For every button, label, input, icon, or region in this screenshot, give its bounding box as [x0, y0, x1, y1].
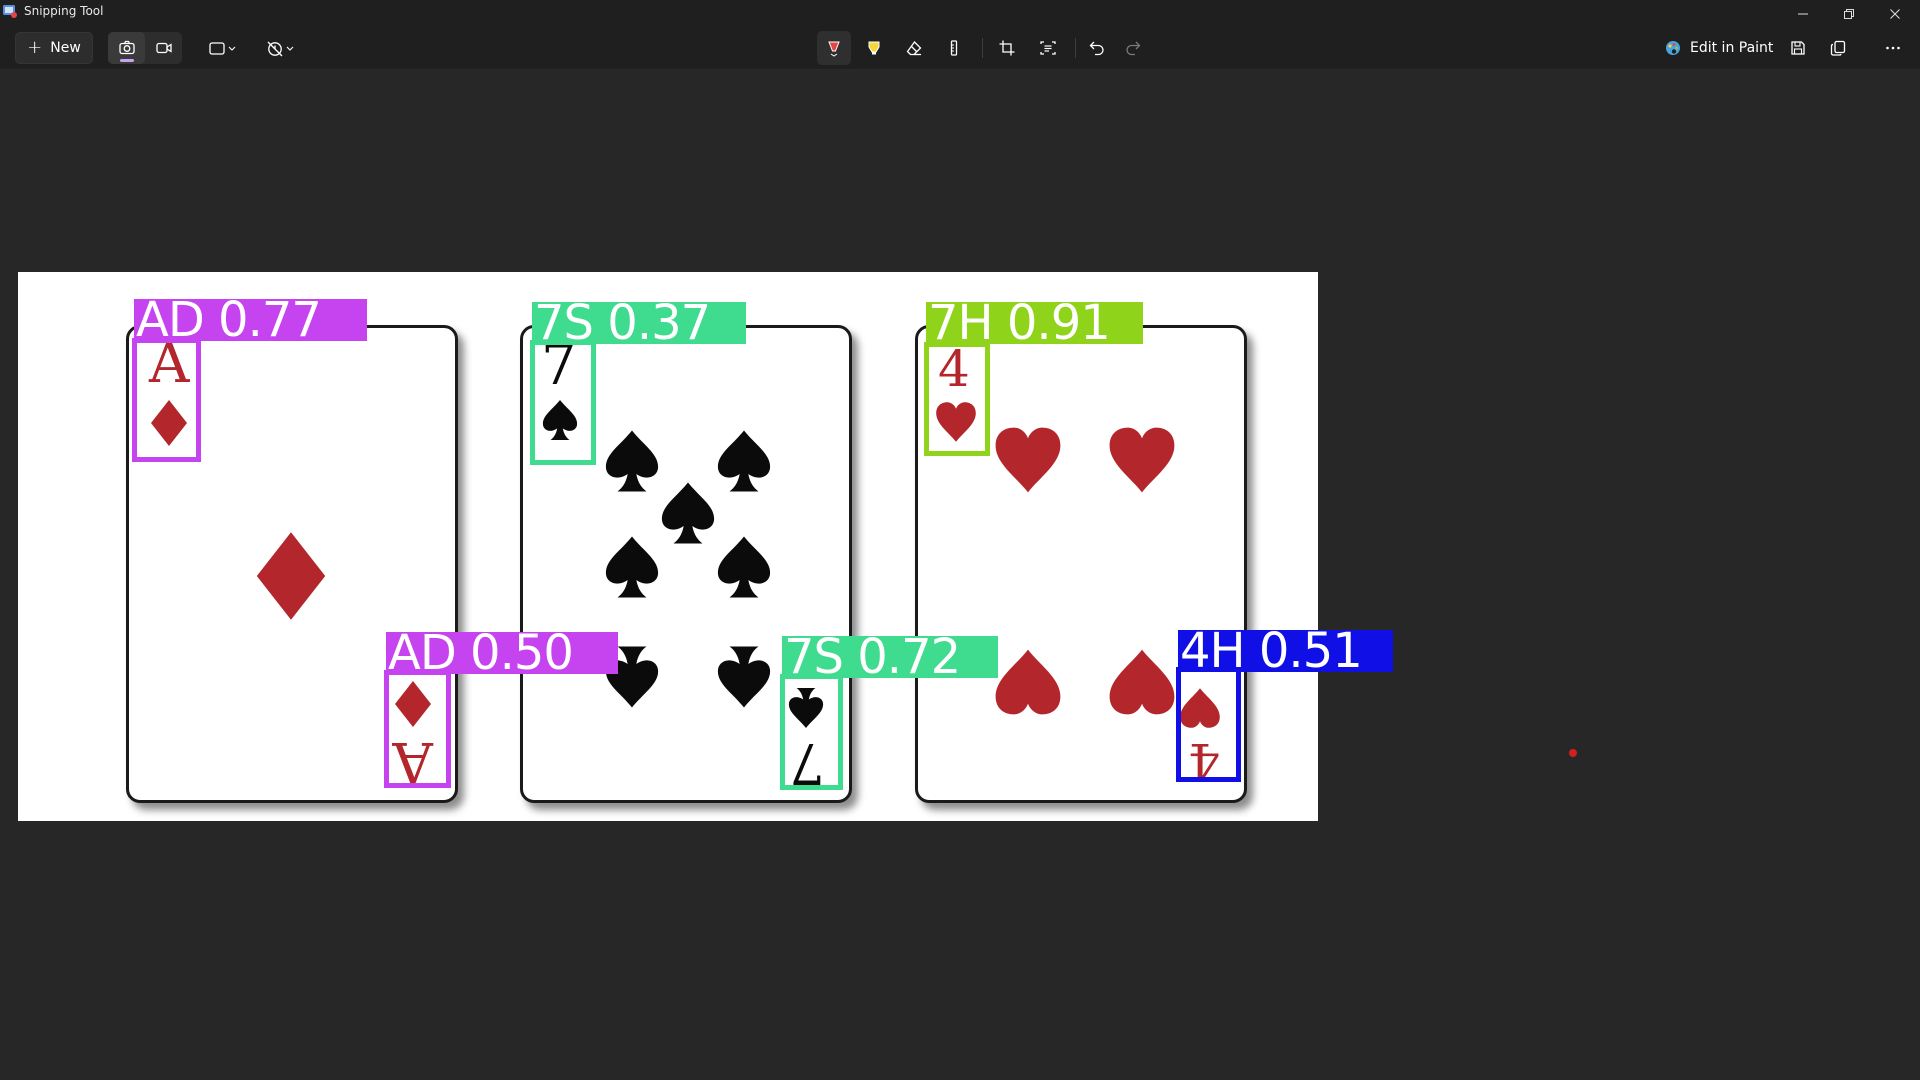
- toolbar-divider: [1075, 38, 1076, 58]
- detection-label: 7S 0.37: [532, 299, 746, 347]
- detection-box: [530, 340, 596, 465]
- new-snip-button[interactable]: + New: [15, 32, 93, 64]
- toolbar: + New Edit in Paint: [0, 24, 1920, 70]
- heart-icon: [995, 649, 1061, 715]
- detection-label: 4H 0.51: [1178, 627, 1393, 675]
- active-mode-indicator: [120, 59, 134, 62]
- delay-dropdown[interactable]: [260, 32, 300, 64]
- plus-icon: +: [27, 37, 43, 58]
- ballpoint-pen-button[interactable]: [817, 31, 851, 65]
- heart-icon: [995, 427, 1061, 493]
- detection-label: 7H 0.91: [926, 299, 1143, 347]
- detection-label: AD 0.77: [134, 296, 367, 344]
- detection-box: [924, 342, 990, 456]
- undo-button[interactable]: [1081, 32, 1113, 64]
- minimize-icon: [1798, 13, 1808, 15]
- eraser-icon: [906, 41, 922, 56]
- redo-button[interactable]: [1117, 32, 1149, 64]
- detection-box: [780, 674, 843, 790]
- highlighter-icon: [868, 41, 880, 55]
- rectangle-mode-icon: [209, 42, 236, 55]
- spade-icon: [717, 536, 771, 598]
- camera-icon: [119, 40, 135, 55]
- snip-image[interactable]: A A 7 7 4 4 AD 0.77 AD 0.50 7S 0.37 7S 0…: [18, 272, 1393, 821]
- crop-icon: [999, 40, 1015, 56]
- no-delay-icon: [267, 41, 294, 57]
- video-icon: [156, 42, 172, 54]
- ruler-button[interactable]: [938, 32, 970, 64]
- save-button[interactable]: [1782, 32, 1814, 64]
- paint-icon: [1666, 41, 1680, 55]
- detection-box: [384, 670, 451, 788]
- heart-icon: [1109, 649, 1175, 715]
- heart-icon: [1109, 427, 1175, 493]
- crop-button[interactable]: [991, 32, 1023, 64]
- restore-icon: [1844, 9, 1854, 19]
- snipping-tool-app-icon: [3, 5, 17, 18]
- close-icon: [1890, 9, 1900, 19]
- detection-label: AD 0.50: [386, 629, 618, 677]
- diamond-icon: [256, 532, 326, 620]
- ballpoint-pen-icon: [828, 41, 840, 57]
- spade-icon: [717, 430, 771, 492]
- text-actions-button[interactable]: [1032, 32, 1064, 64]
- detection-box: [132, 338, 201, 462]
- title-bar: Snipping Tool: [0, 0, 1920, 24]
- undo-icon: [1089, 41, 1104, 56]
- capture-mode-group: [108, 32, 182, 64]
- spade-icon: [717, 646, 771, 708]
- more-options-button[interactable]: [1877, 32, 1909, 64]
- detection-box: [1176, 667, 1241, 782]
- eraser-button[interactable]: [898, 32, 930, 64]
- text-actions-icon: [1040, 41, 1056, 55]
- window-title: Snipping Tool: [24, 4, 104, 18]
- redo-icon: [1126, 41, 1141, 56]
- edit-in-paint-button[interactable]: Edit in Paint: [1664, 32, 1773, 64]
- toolbar-divider: [982, 38, 983, 58]
- more-icon: [1886, 46, 1900, 50]
- detection-label: 7S 0.72: [782, 633, 998, 681]
- spade-icon: [605, 430, 659, 492]
- highlighter-button[interactable]: [858, 32, 890, 64]
- screenshot-mode-button[interactable]: [108, 32, 145, 64]
- ruler-icon: [950, 40, 958, 56]
- copy-button[interactable]: [1822, 32, 1854, 64]
- edit-in-paint-label: Edit in Paint: [1690, 40, 1774, 56]
- save-icon: [1791, 41, 1805, 55]
- spade-icon: [661, 482, 715, 544]
- new-label: New: [50, 40, 81, 56]
- laser-pointer-dot: [1569, 749, 1577, 757]
- video-mode-button[interactable]: [145, 32, 182, 64]
- copy-icon: [1830, 40, 1846, 56]
- snip-shape-dropdown[interactable]: [202, 32, 242, 64]
- spade-icon: [605, 536, 659, 598]
